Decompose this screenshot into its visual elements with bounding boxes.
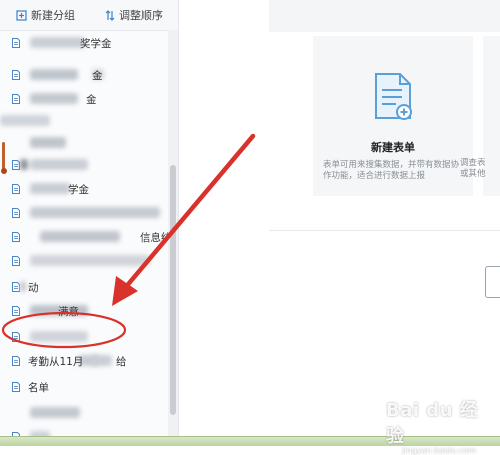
form-list-item[interactable] — [0, 154, 168, 176]
form-list-item[interactable]: 金 — [0, 88, 168, 110]
document-icon — [12, 256, 20, 266]
form-list-item[interactable]: 学金 — [0, 178, 168, 200]
form-list-item-label: 学金 — [68, 183, 89, 196]
form-list-item-label: 满意 — [58, 305, 79, 318]
survey-desc-line-2: 或其他 — [460, 169, 486, 179]
redacted-text — [20, 159, 28, 170]
new-form-title: 新建表单 — [371, 141, 415, 154]
redacted-text — [0, 115, 50, 126]
survey-desc-line-1: 调查表 — [460, 158, 486, 168]
redacted-text — [40, 231, 120, 242]
document-icon — [12, 38, 20, 48]
redacted-text — [30, 255, 150, 266]
thermometer-icon — [1, 142, 7, 176]
redacted-text — [30, 183, 70, 194]
form-list: 奖学金金金学金信息统...动满意考勤从11月给名单名表单 — [0, 30, 178, 436]
new-group-icon — [16, 9, 27, 21]
form-list-item-label: 考勤从11月 — [28, 355, 84, 368]
new-group-label: 新建分组 — [31, 9, 75, 22]
form-list-item[interactable] — [0, 250, 168, 272]
form-list-item-label: 金 — [86, 93, 97, 106]
redacted-text — [30, 37, 85, 48]
new-group-button[interactable]: 新建分组 — [16, 7, 75, 23]
form-list-item[interactable] — [0, 326, 168, 348]
reorder-label: 调整顺序 — [119, 9, 163, 22]
sidebar: 新建分组 调整顺序 奖学金金金学金信息统...动满意考勤从11月给名单名表单 — [0, 0, 179, 436]
form-list-item[interactable] — [0, 202, 168, 224]
form-list-item[interactable] — [0, 110, 168, 132]
form-list-item-label: 奖学金 — [80, 37, 112, 50]
form-list-item-suffix: 给 — [116, 355, 127, 368]
redacted-text — [30, 207, 160, 218]
redacted-text — [30, 407, 80, 418]
watermark-main: Bai du 经验 — [386, 400, 479, 447]
watermark-sub: jingyan.baidu.com — [402, 446, 476, 455]
form-list-item-label: 动 — [28, 281, 39, 294]
form-list-item[interactable]: 信息统... — [0, 226, 178, 248]
form-list-item[interactable]: 金 — [0, 64, 168, 86]
redacted-text — [20, 281, 26, 292]
divider — [269, 230, 500, 231]
form-list-item[interactable]: 名单 — [0, 376, 168, 398]
top-band — [269, 0, 500, 32]
sidebar-scroll-thumb[interactable] — [170, 165, 176, 415]
redacted-text — [30, 137, 66, 148]
sidebar-header: 新建分组 调整顺序 — [0, 0, 178, 31]
document-icon — [12, 160, 20, 170]
form-list-item[interactable]: 考勤从11月 给 — [0, 350, 168, 372]
redacted-text — [30, 69, 78, 80]
document-icon — [12, 94, 20, 104]
partial-button[interactable] — [485, 266, 500, 298]
form-list-item[interactable] — [0, 402, 168, 424]
document-icon — [12, 332, 20, 342]
form-list-item[interactable]: 奖学金 — [0, 32, 168, 54]
survey-card-description: 调查表 或其他 — [460, 158, 500, 180]
form-list-item[interactable] — [0, 132, 168, 154]
new-form-card[interactable]: 新建表单 表单可用来搜集数据，并带有数据协作功能，适合进行数据上报 — [313, 36, 473, 196]
redacted-text — [30, 159, 88, 170]
document-icon — [12, 306, 20, 316]
main-area: 新建表单 表单可用来搜集数据，并带有数据协作功能，适合进行数据上报 — [179, 0, 500, 436]
redacted-text — [92, 355, 112, 366]
form-list-item[interactable]: 动 — [0, 276, 168, 298]
document-icon — [12, 356, 20, 366]
sort-icon — [105, 9, 115, 21]
form-list-item-label: 名单 — [28, 381, 49, 394]
form-list-item[interactable] — [0, 426, 168, 436]
reorder-button[interactable]: 调整顺序 — [105, 7, 163, 23]
form-document-icon — [375, 73, 412, 120]
form-list-item-label: 金 — [92, 69, 103, 82]
document-icon — [12, 184, 20, 194]
document-icon — [12, 382, 20, 392]
new-form-description: 表单可用来搜集数据，并带有数据协作功能，适合进行数据上报 — [323, 160, 460, 181]
redacted-text — [30, 331, 88, 342]
document-icon — [12, 208, 20, 218]
document-icon — [12, 282, 20, 292]
document-icon — [12, 232, 20, 242]
redacted-text — [30, 93, 78, 104]
baidu-watermark: Bai du 经验 jingyan.baidu.com — [386, 396, 496, 455]
form-list-item[interactable]: 满意 — [0, 300, 168, 322]
document-icon — [12, 70, 20, 80]
